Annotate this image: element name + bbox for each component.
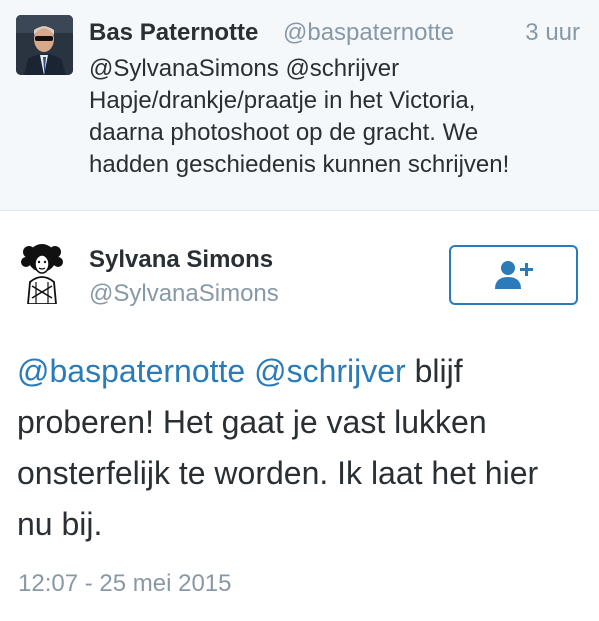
- author-handle[interactable]: @baspaternotte: [283, 19, 454, 47]
- follow-button[interactable]: [449, 245, 578, 305]
- main-text-line: proberen! Het gaat je vast lukken: [17, 404, 487, 440]
- author-name[interactable]: Sylvana Simons: [89, 246, 273, 274]
- avatar[interactable]: [16, 15, 73, 75]
- author-name[interactable]: Bas Paternotte: [89, 19, 258, 47]
- main-text-line: onsterfelijk te worden. Ik laat het hier: [17, 455, 539, 491]
- mention-link[interactable]: @schrijver: [254, 353, 406, 389]
- main-text-fragment: blijf: [405, 353, 463, 389]
- author-handle[interactable]: @SylvanaSimons: [89, 280, 279, 308]
- reply-text-line: daarna photoshoot op de gracht. We: [89, 119, 479, 146]
- mention-link[interactable]: @baspaternotte: [17, 353, 245, 389]
- main-text-line: @baspaternotte @schrijver blijf: [17, 346, 587, 397]
- tweet-time[interactable]: 3 uur: [525, 19, 580, 47]
- reply-tweet[interactable]: Bas Paternotte @baspaternotte 3 uur @Syl…: [0, 0, 599, 211]
- avatar-illustration: [18, 242, 66, 305]
- avatar[interactable]: [18, 242, 66, 305]
- reply-text-line: Hapje/drankje/praatje in het Victoria,: [89, 87, 476, 114]
- reply-text-line: @SylvanaSimons @schrijver: [89, 55, 400, 82]
- reply-tweet-text: @SylvanaSimons @schrijver Hapje/drankje/…: [89, 53, 589, 181]
- avatar-photo: [16, 15, 73, 75]
- reply-header: Bas Paternotte @baspaternotte 3 uur: [89, 15, 584, 49]
- reply-text-line: hadden geschiedenis kunnen schrijven!: [89, 151, 510, 178]
- main-tweet: Sylvana Simons @SylvanaSimons @baspatern…: [0, 212, 599, 621]
- main-text-line: nu bij.: [17, 506, 103, 542]
- person-add-icon: [494, 261, 533, 289]
- tweet-timestamp[interactable]: 12:07 - 25 mei 2015: [18, 570, 231, 598]
- main-tweet-text: @baspaternotte @schrijver blijf proberen…: [17, 346, 587, 550]
